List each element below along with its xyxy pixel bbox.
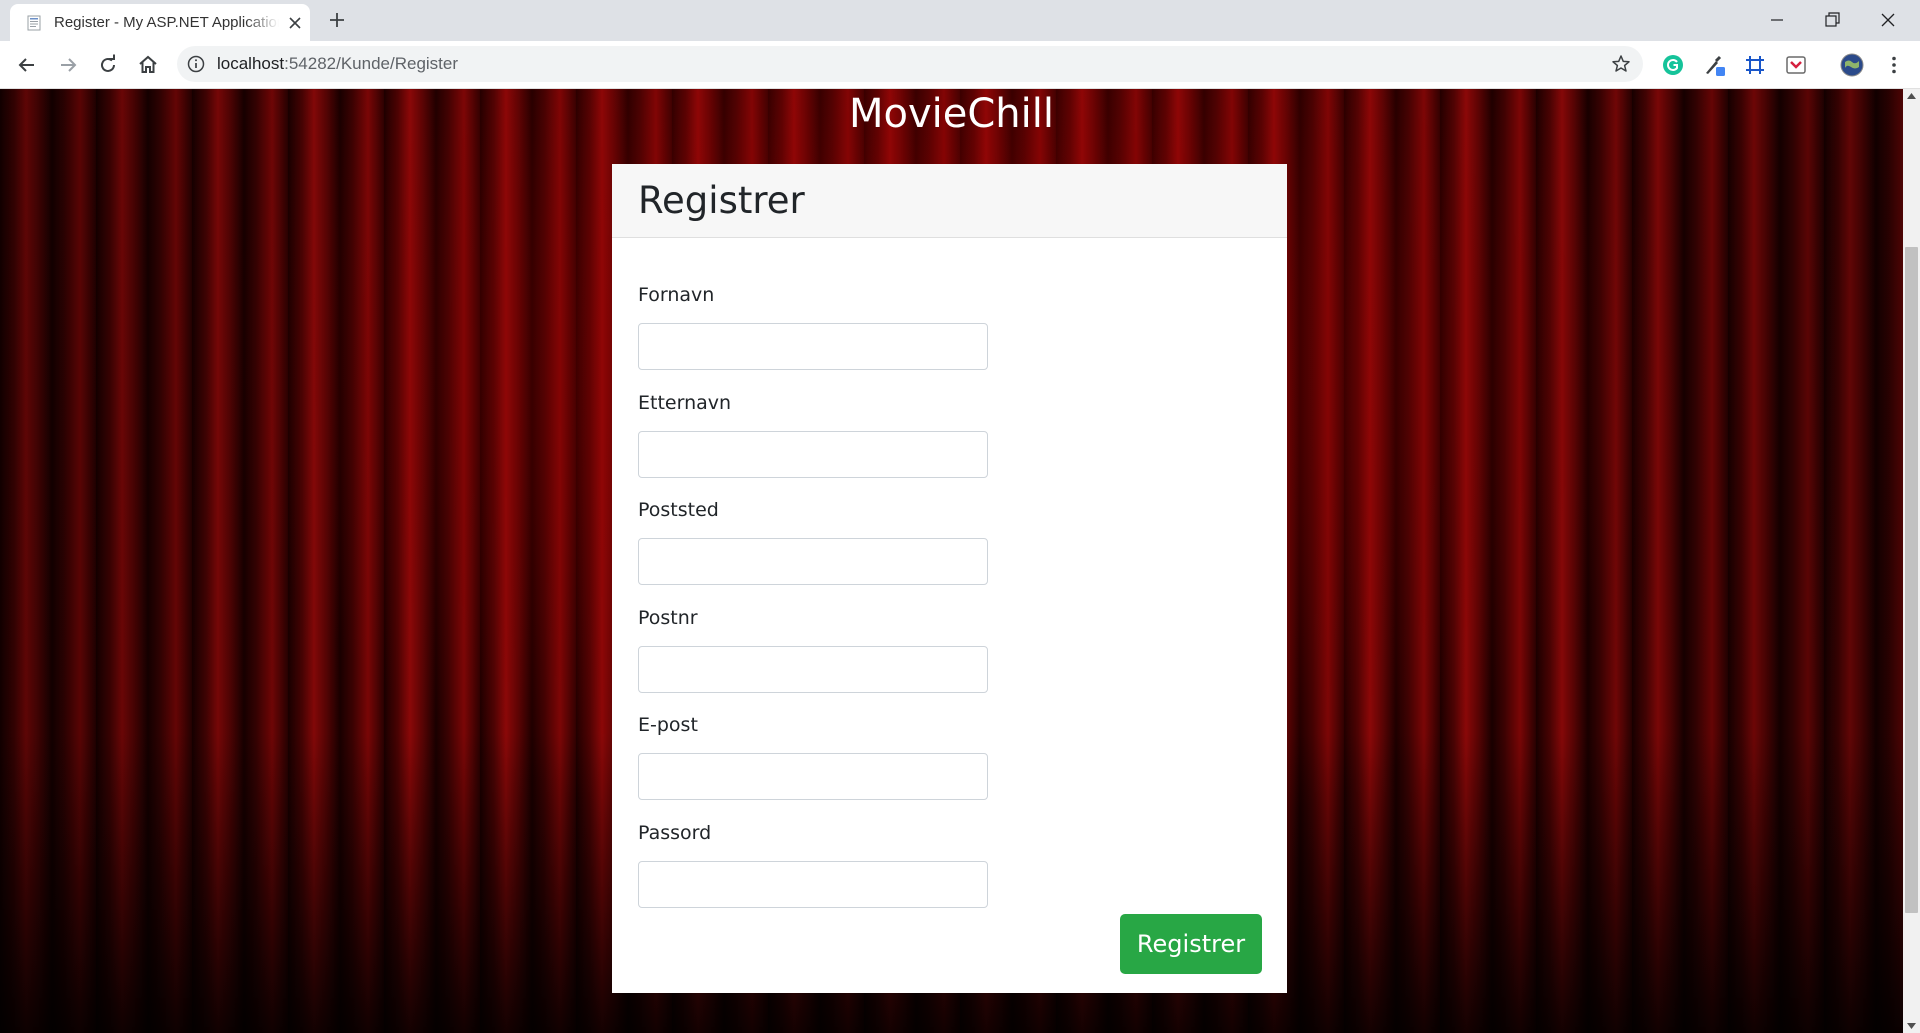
- scroll-up-arrow-icon[interactable]: [1907, 93, 1916, 99]
- lastname-group: Etternavn: [638, 389, 988, 478]
- close-icon[interactable]: [288, 16, 302, 30]
- card-header: Registrer: [612, 164, 1287, 238]
- scroll-down-arrow-icon[interactable]: [1907, 1023, 1916, 1029]
- grammarly-icon[interactable]: [1661, 53, 1685, 77]
- address-bar[interactable]: localhost:54282/Kunde/Register: [177, 46, 1643, 82]
- home-icon[interactable]: [136, 53, 160, 77]
- password-input[interactable]: [638, 861, 988, 908]
- browser-tab[interactable]: Register - My ASP.NET Application: [10, 4, 310, 41]
- email-input[interactable]: [638, 753, 988, 800]
- register-card: Registrer Fornavn Etternavn Poststed Pos…: [612, 164, 1287, 993]
- browser-tab-strip: Register - My ASP.NET Application: [0, 0, 1920, 41]
- city-input[interactable]: [638, 538, 988, 585]
- kebab-menu-icon[interactable]: [1882, 53, 1906, 77]
- pocket-icon[interactable]: [1784, 53, 1808, 77]
- lastname-label: Etternavn: [638, 392, 732, 414]
- password-group: Passord: [638, 819, 988, 908]
- password-label: Passord: [638, 822, 712, 844]
- document-icon: [27, 15, 41, 31]
- eyedropper-icon[interactable]: [1702, 53, 1726, 77]
- postcode-group: Postnr: [638, 604, 988, 693]
- page-viewport: MovieChill Registrer Fornavn Etternavn P…: [0, 89, 1903, 1033]
- plus-icon[interactable]: [328, 11, 346, 29]
- close-window-icon[interactable]: [1876, 8, 1900, 32]
- site-title: MovieChill: [849, 91, 1054, 137]
- email-label: E-post: [638, 714, 698, 736]
- url-host: localhost: [217, 54, 285, 73]
- url-path: :54282/Kunde/Register: [284, 54, 459, 73]
- reload-icon[interactable]: [96, 53, 120, 77]
- firstname-label: Fornavn: [638, 284, 715, 306]
- restore-icon[interactable]: [1820, 8, 1844, 32]
- lastname-input[interactable]: [638, 431, 988, 478]
- info-icon[interactable]: [187, 55, 205, 73]
- postcode-input[interactable]: [638, 646, 988, 693]
- url-text: localhost:54282/Kunde/Register: [217, 54, 458, 74]
- browser-toolbar: localhost:54282/Kunde/Register: [0, 41, 1920, 89]
- tab-title: Register - My ASP.NET Application: [54, 14, 279, 31]
- arrow-right-icon[interactable]: [56, 53, 80, 77]
- page-scrollbar[interactable]: [1903, 89, 1920, 1033]
- postcode-label: Postnr: [638, 607, 698, 629]
- firstname-input[interactable]: [638, 323, 988, 370]
- scrollbar-thumb[interactable]: [1905, 247, 1918, 913]
- minimize-icon[interactable]: [1765, 8, 1789, 32]
- grid-ruler-icon[interactable]: [1743, 53, 1767, 77]
- arrow-left-icon[interactable]: [15, 53, 39, 77]
- email-group: E-post: [638, 711, 988, 800]
- firstname-group: Fornavn: [638, 281, 988, 370]
- avatar-globe-icon[interactable]: [1840, 53, 1864, 77]
- star-icon[interactable]: [1611, 54, 1631, 74]
- city-label: Poststed: [638, 499, 719, 521]
- city-group: Poststed: [638, 496, 988, 585]
- card-title: Registrer: [638, 179, 805, 222]
- register-button[interactable]: Registrer: [1120, 914, 1262, 974]
